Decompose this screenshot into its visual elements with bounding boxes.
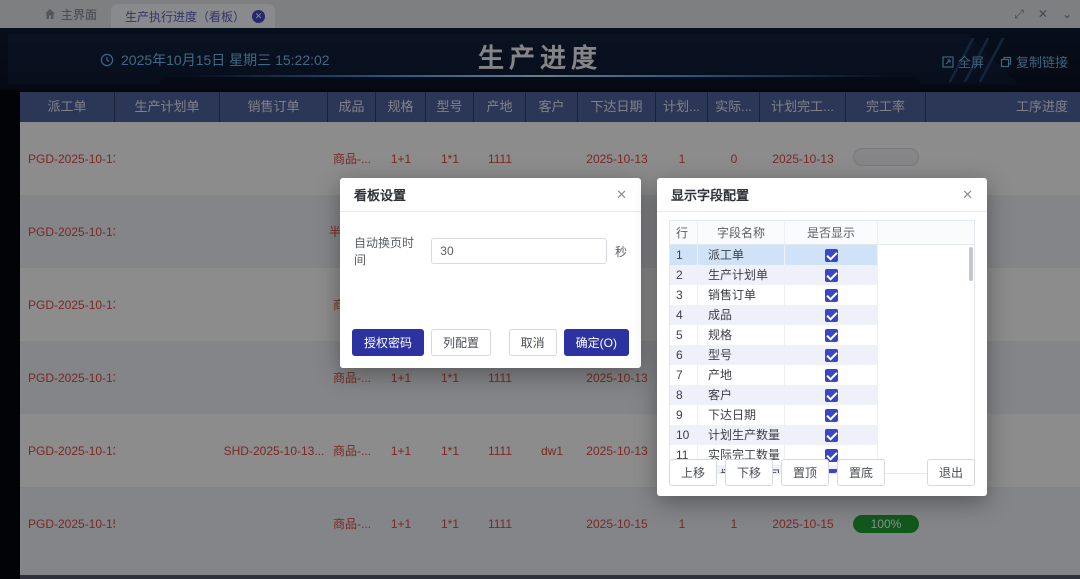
field-row[interactable]: 7产地 — [670, 365, 974, 385]
field-row-number: 10 — [670, 425, 698, 445]
checkbox-checked-icon[interactable] — [825, 349, 838, 362]
fields-column-header — [878, 221, 974, 244]
display-fields-dialog: 显示字段配置 ✕ 行号字段名称是否显示 1派工单2生产计划单3销售订单4成品5规… — [657, 178, 987, 496]
dialog-footer: 上移 下移 置顶 置底 退出 — [669, 459, 975, 486]
authorize-password-button[interactable]: 授权密码 — [352, 329, 424, 356]
field-row[interactable]: 1派工单 — [670, 245, 974, 265]
field-visible-cell — [785, 405, 878, 425]
move-bottom-button[interactable]: 置底 — [837, 459, 885, 486]
move-top-button[interactable]: 置顶 — [781, 459, 829, 486]
exit-button[interactable]: 退出 — [927, 459, 975, 486]
scrollbar-thumb[interactable] — [969, 247, 973, 281]
field-row[interactable]: 5规格 — [670, 325, 974, 345]
seconds-unit-label: 秒 — [615, 243, 627, 260]
kanban-settings-dialog: 看板设置 ✕ 自动换页时间 秒 授权密码 列配置 取消 确定(O) — [340, 178, 641, 368]
field-name: 下达日期 — [698, 405, 785, 425]
field-row-empty-cell — [878, 305, 974, 325]
field-visible-cell — [785, 265, 878, 285]
move-down-button[interactable]: 下移 — [725, 459, 773, 486]
column-config-button[interactable]: 列配置 — [431, 329, 491, 356]
checkbox-checked-icon[interactable] — [825, 389, 838, 402]
field-row-number: 9 — [670, 405, 698, 425]
field-row[interactable]: 9下达日期 — [670, 405, 974, 425]
field-visible-cell — [785, 325, 878, 345]
field-row-number: 5 — [670, 325, 698, 345]
field-row[interactable]: 3销售订单 — [670, 285, 974, 305]
confirm-button[interactable]: 确定(O) — [564, 329, 629, 356]
field-row-empty-cell — [878, 385, 974, 405]
fields-table: 行号字段名称是否显示 1派工单2生产计划单3销售订单4成品5规格6型号7产地8客… — [669, 220, 975, 474]
field-row-empty-cell — [878, 425, 974, 445]
field-row[interactable]: 8客户 — [670, 385, 974, 405]
field-row-empty-cell — [878, 345, 974, 365]
fields-column-header: 字段名称 — [698, 221, 785, 244]
cancel-button[interactable]: 取消 — [509, 329, 557, 356]
fields-table-body: 1派工单2生产计划单3销售订单4成品5规格6型号7产地8客户9下达日期10计划生… — [670, 245, 974, 473]
dialog-header: 显示字段配置 ✕ — [657, 178, 987, 212]
field-row-number: 4 — [670, 305, 698, 325]
field-name: 计划生产数量 — [698, 425, 785, 445]
field-row[interactable]: 10计划生产数量 — [670, 425, 974, 445]
field-row[interactable]: 6型号 — [670, 345, 974, 365]
field-name: 规格 — [698, 325, 785, 345]
field-row-number: 2 — [670, 265, 698, 285]
auto-page-time-input[interactable] — [431, 238, 607, 264]
field-name: 型号 — [698, 345, 785, 365]
field-row-empty-cell — [878, 325, 974, 345]
field-name: 派工单 — [698, 245, 785, 265]
checkbox-checked-icon[interactable] — [825, 269, 838, 282]
field-row-empty-cell — [878, 365, 974, 385]
field-visible-cell — [785, 385, 878, 405]
field-row-empty-cell — [878, 285, 974, 305]
fields-column-header: 是否显示 — [785, 221, 878, 244]
field-row[interactable]: 4成品 — [670, 305, 974, 325]
dialog-title: 显示字段配置 — [671, 185, 749, 204]
close-icon[interactable]: ✕ — [962, 187, 973, 203]
checkbox-checked-icon[interactable] — [825, 329, 838, 342]
close-icon[interactable]: ✕ — [616, 187, 627, 203]
move-up-button[interactable]: 上移 — [669, 459, 717, 486]
field-name: 销售订单 — [698, 285, 785, 305]
dialog-footer: 授权密码 列配置 取消 确定(O) — [352, 329, 629, 356]
checkbox-checked-icon[interactable] — [825, 369, 838, 382]
dialog-body: 自动换页时间 秒 — [340, 212, 641, 268]
checkbox-checked-icon[interactable] — [825, 309, 838, 322]
fields-column-header: 行号 — [670, 221, 698, 244]
checkbox-checked-icon[interactable] — [825, 429, 838, 442]
dialog-title: 看板设置 — [354, 185, 406, 204]
auto-page-time-label: 自动换页时间 — [354, 234, 423, 268]
field-visible-cell — [785, 245, 878, 265]
field-visible-cell — [785, 305, 878, 325]
field-visible-cell — [785, 425, 878, 445]
field-visible-cell — [785, 365, 878, 385]
field-row-number: 3 — [670, 285, 698, 305]
checkbox-checked-icon[interactable] — [825, 409, 838, 422]
dialog-header: 看板设置 ✕ — [340, 178, 641, 212]
field-row-number: 6 — [670, 345, 698, 365]
field-visible-cell — [785, 345, 878, 365]
field-row[interactable]: 2生产计划单 — [670, 265, 974, 285]
field-row-empty-cell — [878, 265, 974, 285]
field-name: 成品 — [698, 305, 785, 325]
fields-table-header: 行号字段名称是否显示 — [670, 221, 974, 245]
checkbox-checked-icon[interactable] — [825, 289, 838, 302]
field-row-number: 1 — [670, 245, 698, 265]
field-name: 生产计划单 — [698, 265, 785, 285]
field-row-empty-cell — [878, 405, 974, 425]
checkbox-checked-icon[interactable] — [825, 249, 838, 262]
field-row-empty-cell — [878, 245, 974, 265]
field-row-number: 7 — [670, 365, 698, 385]
field-name: 客户 — [698, 385, 785, 405]
field-row-number: 8 — [670, 385, 698, 405]
field-name: 产地 — [698, 365, 785, 385]
field-visible-cell — [785, 285, 878, 305]
